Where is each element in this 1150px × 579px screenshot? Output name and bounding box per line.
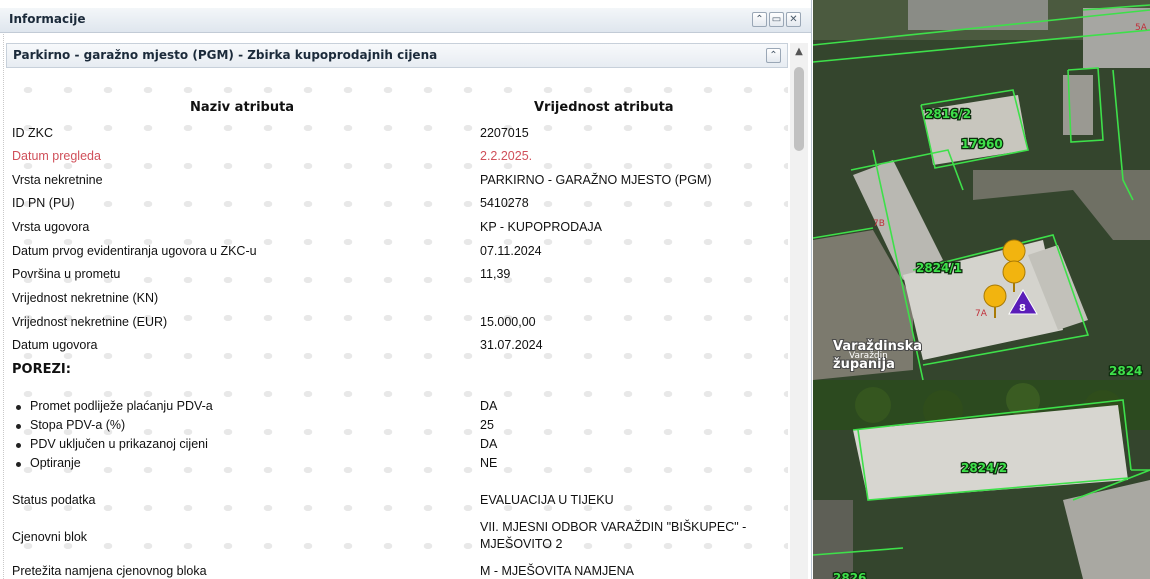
header-attribute-name: Naziv atributa — [190, 100, 295, 115]
vertical-scrollbar[interactable]: ▲ — [790, 43, 808, 579]
house-number-label: 7B — [873, 219, 885, 229]
row-label: Datum prvog evidentiranja ugovora u ZKC-… — [12, 244, 257, 258]
tax-item-value: DA — [480, 399, 498, 413]
tax-item-label: Promet podliježe plaćanju PDV-a — [16, 399, 213, 413]
parcel-label: 17960 — [961, 137, 1003, 151]
row-label: Vrijednost nekretnine (EUR) — [12, 315, 168, 329]
taxes-heading: POREZI: — [12, 362, 71, 377]
row-value: KP - KUPOPRODAJA — [480, 220, 603, 234]
attribute-table: Naziv atributa Vrijednost atributa ID ZK… — [4, 70, 788, 579]
row-value: 2.2.2025. — [480, 149, 533, 163]
section-title: Parkirno - garažno mjesto (PGM) - Zbirka… — [13, 48, 438, 62]
maximize-icon[interactable]: ▭ — [769, 12, 784, 27]
svg-text:8: 8 — [1019, 303, 1026, 314]
row-value: 2207015 — [480, 126, 529, 140]
row-label: Vrsta ugovora — [12, 220, 90, 234]
house-number-label: 5A — [1135, 23, 1148, 33]
section-header[interactable]: Parkirno - garažno mjesto (PGM) - Zbirka… — [6, 43, 788, 68]
row-label: Cjenovni blok — [12, 530, 88, 544]
close-icon[interactable]: ✕ — [786, 12, 801, 27]
row-value: PARKIRNO - GARAŽNO MJESTO (PGM) — [480, 173, 712, 187]
map-canvas[interactable]: 2816/2 17960 2824/1 2824/2 2824 2826 7B … — [813, 0, 1150, 579]
row-label: Datum pregleda — [12, 149, 101, 163]
panel-title: Informacije — [9, 12, 86, 26]
header-attribute-value: Vrijednost atributa — [534, 100, 674, 115]
row-value-continued: MJEŠOVITO 2 — [480, 537, 563, 551]
row-label: Vrijednost nekretnine (KN) — [12, 291, 159, 305]
scrollbar-thumb[interactable] — [794, 67, 804, 151]
row-value: 11,39 — [480, 267, 511, 281]
collapse-icon[interactable]: ⌃ — [752, 12, 767, 27]
map-view[interactable]: 2816/2 17960 2824/1 2824/2 2824 2826 7B … — [813, 0, 1150, 579]
row-label: ID PN (PU) — [12, 196, 75, 210]
tax-item-value: DA — [480, 437, 498, 451]
row-value: 15.000,00 — [480, 315, 536, 329]
row-value: EVALUACIJA U TIJEKU — [480, 493, 614, 507]
row-value: 31.07.2024 — [480, 338, 543, 352]
row-label: ID ZKC — [12, 126, 53, 140]
parcel-label: 2816/2 — [925, 107, 971, 121]
tax-item-label: Optiranje — [16, 456, 81, 470]
row-label: Vrsta nekretnine — [12, 173, 103, 187]
row-label: Status podatka — [12, 493, 96, 507]
tax-item-label: Stopa PDV-a (%) — [15, 418, 126, 432]
tax-item-value: NE — [480, 456, 498, 470]
panel-header: Informacije ⌃ ▭ ✕ — [0, 8, 811, 33]
map-place-overlay: Varaždin — [849, 351, 888, 361]
row-value: 07.11.2024 — [480, 244, 542, 258]
tax-item-value: 25 — [480, 418, 494, 432]
row-label: Pretežita namjena cjenovnog bloka — [12, 564, 207, 578]
tax-item-label: PDV uključen u prikazanoj cijeni — [16, 437, 208, 451]
row-label: Datum ugovora — [12, 338, 98, 352]
row-value: VII. MJESNI ODBOR VARAŽDIN "BIŠKUPEC" - — [480, 520, 747, 534]
scroll-up-arrow-icon[interactable]: ▲ — [790, 45, 808, 59]
parcel-label: 2824 — [1109, 364, 1142, 378]
parcel-label: 2824/2 — [961, 461, 1007, 475]
row-value: M - MJEŠOVITA NAMJENA — [480, 564, 634, 578]
section-collapse-icon[interactable]: ⌃ — [766, 48, 781, 63]
parcel-label: 2826 — [833, 571, 866, 579]
house-number-label: 7A — [975, 309, 988, 319]
info-panel: Informacije ⌃ ▭ ✕ Parkirno - garažno mje… — [0, 0, 812, 579]
row-label: Površina u prometu — [12, 267, 121, 281]
row-value: 5410278 — [480, 196, 529, 210]
parcel-label: 2824/1 — [916, 261, 962, 275]
